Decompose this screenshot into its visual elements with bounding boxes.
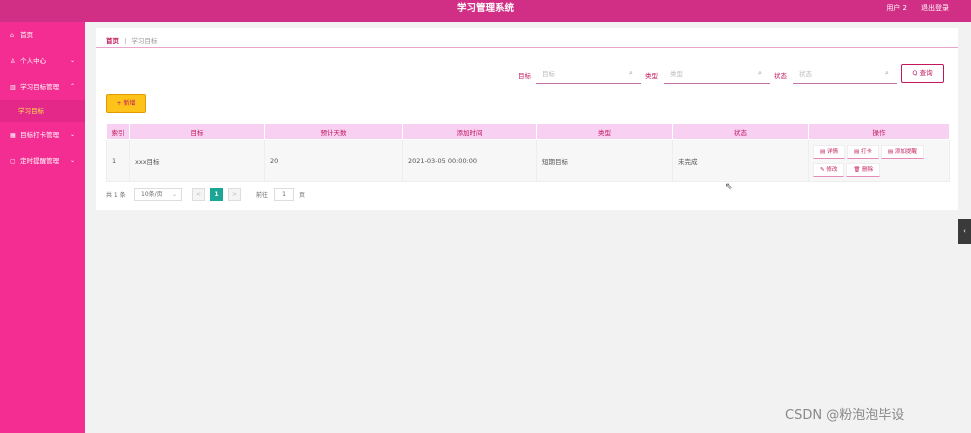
chevron-down-icon: ⌄ bbox=[69, 131, 75, 138]
chevron-down-icon: ⌄ bbox=[171, 191, 177, 198]
cell-status: 未完成 bbox=[672, 139, 809, 182]
delete-button[interactable]: 🗑 删除 bbox=[846, 163, 881, 177]
add-button[interactable]: + 新增 bbox=[106, 94, 146, 113]
chat-icon: ▢ bbox=[10, 158, 16, 165]
cell-type: 短期目标 bbox=[536, 139, 673, 182]
search-icon: ⌕ bbox=[758, 69, 762, 77]
page-size-select[interactable]: 10条/页 ⌄ bbox=[134, 188, 182, 201]
column-header-time: 添加时间 bbox=[402, 123, 537, 140]
checkin-button[interactable]: ▤ 打卡 bbox=[846, 145, 879, 159]
page-size-value: 10条/页 bbox=[141, 191, 163, 198]
user-icon: ♙ bbox=[10, 58, 16, 65]
search-icon: ⌕ bbox=[629, 69, 633, 77]
cell-time: 2021-03-05 00:00:00 bbox=[402, 139, 537, 182]
query-button[interactable]: Q 查询 bbox=[901, 64, 944, 83]
chevron-up-icon: ⌃ bbox=[69, 83, 75, 90]
status-search-input[interactable] bbox=[793, 65, 897, 84]
cell-goal: xxx目标 bbox=[129, 139, 265, 182]
breadcrumb-current: 学习目标 bbox=[131, 37, 158, 45]
column-header-status: 状态 bbox=[672, 123, 809, 140]
sidebar-item-label: 学习目标管理 bbox=[20, 83, 60, 91]
watermark: CSDN @粉泡泡毕设 bbox=[785, 408, 905, 423]
column-header-actions: 操作 bbox=[808, 123, 950, 140]
goals-table: 索引 目标 预计天数 添加时间 类型 状态 操作 1 xxx目标 20 2021… bbox=[106, 123, 950, 182]
prev-page-button[interactable]: < bbox=[192, 188, 205, 201]
page-button-1[interactable]: 1 bbox=[210, 188, 223, 201]
type-search-input[interactable] bbox=[664, 65, 770, 84]
detail-button[interactable]: ▤ 详情 bbox=[813, 145, 845, 159]
goto-label: 前往 bbox=[256, 192, 269, 199]
cell-index: 1 bbox=[106, 139, 130, 182]
sidebar-item-personal-center[interactable]: ♙ 个人中心 ⌄ bbox=[0, 48, 85, 74]
main-panel: 首页 | 学习目标 目标 ⌕ 类型 ⌕ 状态 ⌕ Q 查询 + 新增 索引 目标… bbox=[96, 28, 958, 210]
sidebar-item-label: 个人中心 bbox=[20, 57, 47, 65]
user-name[interactable]: 用户 2 bbox=[886, 0, 907, 17]
goal-filter-label: 目标 bbox=[518, 72, 531, 80]
page-unit-label: 页 bbox=[299, 192, 306, 199]
status-filter-label: 状态 bbox=[774, 72, 787, 80]
column-header-type: 类型 bbox=[536, 123, 673, 140]
side-collapse-tab[interactable]: ‹ bbox=[958, 219, 971, 244]
mouse-cursor-icon: ⇖ bbox=[725, 182, 733, 192]
chevron-down-icon: ⌄ bbox=[69, 57, 75, 64]
goto-page-input[interactable]: 1 bbox=[274, 188, 294, 201]
edit-button[interactable]: ✎ 修改 bbox=[813, 163, 845, 177]
logout-link[interactable]: 退出登录 bbox=[921, 0, 949, 17]
table-row: 1 xxx目标 20 2021-03-05 00:00:00 短期目标 未完成 … bbox=[106, 139, 950, 182]
pagination-total: 共 1 条 bbox=[106, 192, 126, 199]
search-icon: ⌕ bbox=[885, 69, 889, 77]
grid-icon: ▦ bbox=[10, 132, 16, 139]
sidebar-item-checkin-management[interactable]: ▦ 目标打卡管理 ⌄ bbox=[0, 122, 85, 148]
add-reminder-button[interactable]: ▤ 添加提醒 bbox=[880, 145, 924, 159]
column-header-days: 预计天数 bbox=[264, 123, 403, 140]
chart-icon: ▥ bbox=[10, 84, 16, 91]
cell-days: 20 bbox=[264, 139, 403, 182]
sidebar-item-reminder-management[interactable]: ▢ 定时提醒管理 ⌄ bbox=[0, 148, 85, 174]
table-header-row: 索引 目标 预计天数 添加时间 类型 状态 操作 bbox=[106, 123, 950, 140]
column-header-index: 索引 bbox=[106, 123, 130, 140]
sidebar-item-label: 首页 bbox=[20, 31, 34, 39]
app-title: 学习管理系统 bbox=[456, 3, 514, 14]
breadcrumb-home[interactable]: 首页 bbox=[106, 37, 119, 45]
next-page-button[interactable]: > bbox=[228, 188, 241, 201]
sidebar: ⌂ 首页 ♙ 个人中心 ⌄ ▥ 学习目标管理 ⌃ 学习目标 ▦ 目标打卡管理 ⌄… bbox=[0, 22, 85, 433]
goal-search-input[interactable] bbox=[536, 65, 641, 84]
type-filter-label: 类型 bbox=[645, 72, 658, 80]
chevron-down-icon: ⌄ bbox=[69, 157, 75, 164]
breadcrumb: 首页 | 学习目标 bbox=[106, 35, 157, 45]
top-bar: 学习管理系统 用户 2 退出登录 bbox=[0, 0, 971, 22]
column-header-goal: 目标 bbox=[129, 123, 265, 140]
home-icon: ⌂ bbox=[10, 32, 14, 39]
sidebar-item-goal-management[interactable]: ▥ 学习目标管理 ⌃ bbox=[0, 74, 85, 100]
sidebar-item-home[interactable]: ⌂ 首页 bbox=[0, 22, 85, 48]
sidebar-subitem-learning-goal[interactable]: 学习目标 bbox=[0, 100, 85, 122]
breadcrumb-separator: | bbox=[124, 37, 127, 45]
breadcrumb-divider bbox=[96, 47, 958, 48]
sidebar-item-label: 定时提醒管理 bbox=[20, 157, 60, 165]
sidebar-item-label: 目标打卡管理 bbox=[20, 131, 60, 139]
cell-actions: ▤ 详情 ▤ 打卡 ▤ 添加提醒 ✎ 修改 🗑 删除 bbox=[808, 139, 950, 182]
